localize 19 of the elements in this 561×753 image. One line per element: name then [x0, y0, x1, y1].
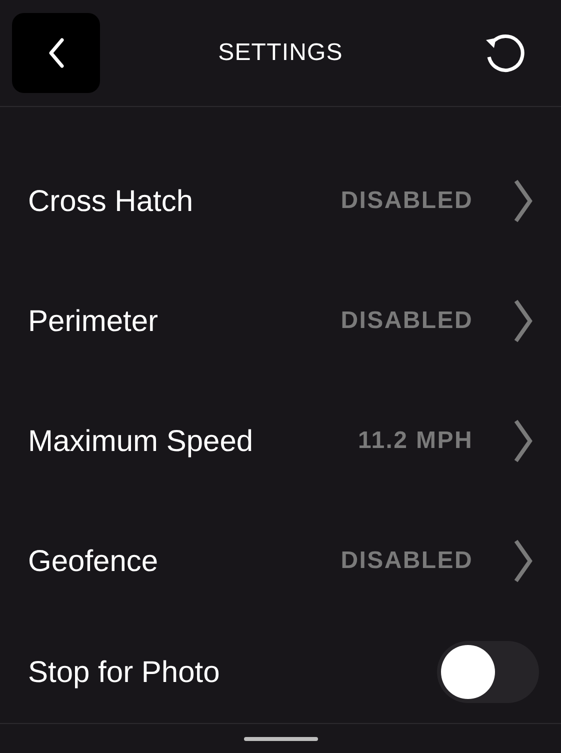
setting-label: Stop for Photo	[28, 654, 220, 690]
setting-row[interactable]: Perimeter DISABLED	[28, 261, 533, 381]
setting-value: DISABLED	[340, 186, 473, 216]
setting-row[interactable]: Cross Hatch DISABLED	[28, 141, 533, 261]
setting-value: DISABLED	[340, 306, 473, 336]
setting-row[interactable]: Geofence DISABLED	[28, 501, 533, 621]
setting-value: DISABLED	[340, 546, 473, 576]
screen-title: SETTINGS	[218, 38, 343, 68]
setting-label: Perimeter	[28, 304, 158, 340]
setting-label: Maximum Speed	[28, 424, 254, 460]
chevron-right-icon	[513, 539, 533, 583]
chevron-right-icon	[513, 179, 533, 223]
chevron-left-icon	[48, 38, 64, 68]
setting-row[interactable]: Maximum Speed 11.2 MPH	[28, 381, 533, 501]
chevron-right-icon	[513, 299, 533, 343]
setting-label: Geofence	[28, 544, 158, 580]
chevron-right-icon	[513, 419, 533, 463]
setting-value: 11.2 MPH	[358, 426, 473, 456]
setting-label: Cross Hatch	[28, 184, 194, 220]
